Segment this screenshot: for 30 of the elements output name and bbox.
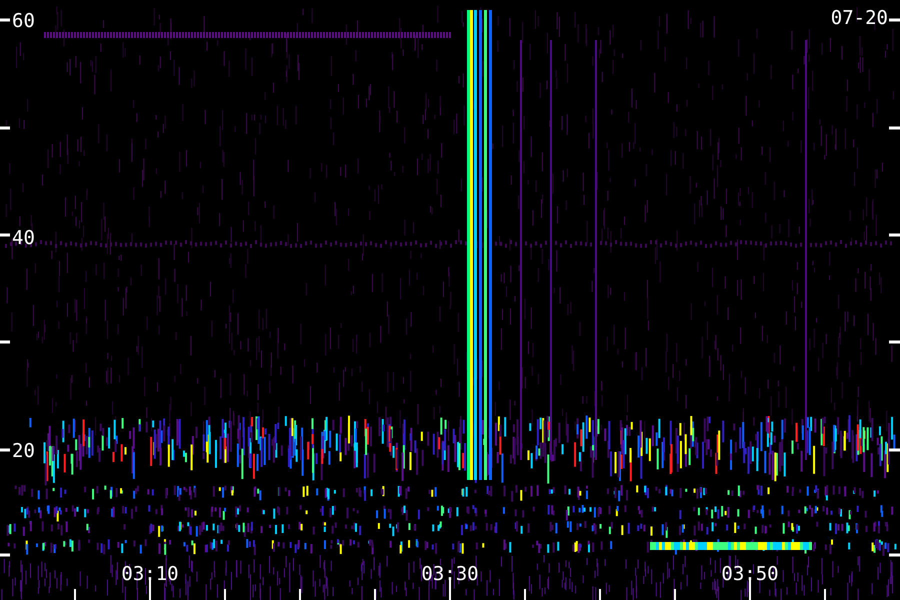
tick-mark <box>74 589 76 600</box>
y-axis-label: 20 <box>12 440 35 462</box>
tick-mark <box>824 589 826 600</box>
x-axis-label: 03:10 <box>121 563 179 585</box>
tick-mark <box>149 580 151 600</box>
tick-mark <box>0 234 10 236</box>
tick-mark <box>449 580 451 600</box>
tick-mark <box>0 448 10 452</box>
tick-mark <box>0 554 10 556</box>
tick-mark <box>889 234 900 236</box>
tick-mark <box>299 589 301 600</box>
y-axis-label: 40 <box>12 227 35 249</box>
tick-mark <box>224 589 226 600</box>
tick-mark <box>374 589 376 600</box>
tick-mark <box>0 126 10 130</box>
tick-mark <box>889 448 900 452</box>
tick-mark <box>889 554 900 556</box>
tick-mark <box>889 126 900 130</box>
date-label: 07-20 <box>830 7 888 29</box>
y-axis-label: 60 <box>12 10 35 32</box>
tick-mark <box>749 580 751 600</box>
tick-mark <box>889 18 900 22</box>
x-axis-label: 03:30 <box>421 563 479 585</box>
tick-mark <box>599 589 601 600</box>
tick-mark <box>524 589 526 600</box>
tick-mark <box>0 340 10 344</box>
tick-mark <box>889 340 900 344</box>
x-axis-label: 03:50 <box>721 563 779 585</box>
tick-mark <box>0 18 10 22</box>
tick-mark <box>674 589 676 600</box>
